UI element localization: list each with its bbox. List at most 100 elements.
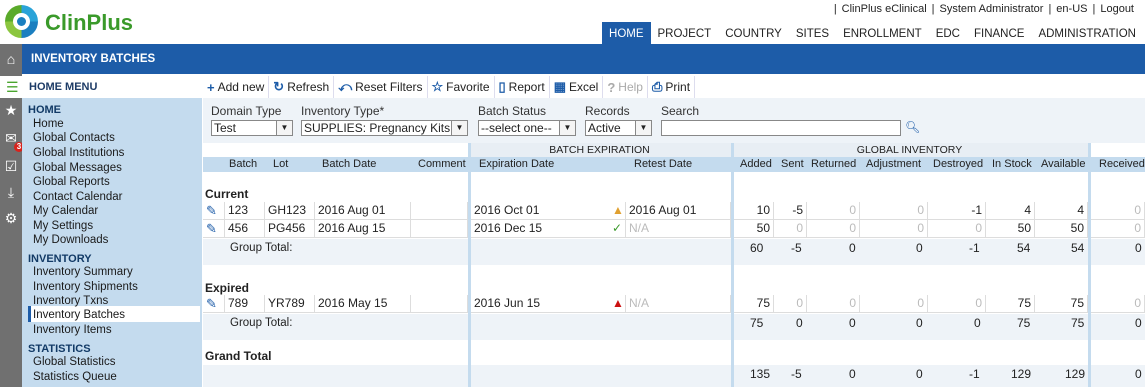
gear-icon[interactable]: ⚙ bbox=[3, 210, 19, 226]
domain-type-label: Domain Type bbox=[211, 104, 282, 118]
col-available[interactable]: Available bbox=[1041, 158, 1085, 170]
edit-icon[interactable]: ✎︎ bbox=[203, 220, 225, 238]
report-icon: ▯ bbox=[498, 79, 506, 94]
nav-country[interactable]: COUNTRY bbox=[718, 22, 789, 44]
sidebar-item-inventory-shipments[interactable]: Inventory Shipments bbox=[33, 281, 138, 293]
chevron-down-icon: ▼ bbox=[276, 121, 292, 135]
col-retest-date[interactable]: Retest Date bbox=[634, 158, 692, 170]
grand-total-label: Grand Total bbox=[205, 349, 272, 363]
col-comment[interactable]: Comment bbox=[418, 158, 466, 170]
grand-total-row: 135 -5 0 0 -1 129 129 0 bbox=[203, 365, 1145, 387]
batch-status-label: Batch Status bbox=[478, 104, 547, 118]
sidebar-item-inventory-summary[interactable]: Inventory Summary bbox=[33, 266, 133, 278]
column-group-separator bbox=[1088, 143, 1091, 387]
menu-title: HOME MENU bbox=[29, 81, 98, 93]
sidebar-section-statistics: STATISTICS bbox=[28, 343, 91, 355]
refresh-icon: ↻ bbox=[273, 79, 285, 94]
nav-project[interactable]: PROJECT bbox=[651, 22, 719, 44]
col-added[interactable]: Added bbox=[740, 158, 772, 170]
star-icon: ☆ bbox=[431, 79, 444, 94]
inventory-type-select[interactable]: SUPPLIES: Pregnancy Kits ▼ bbox=[301, 120, 468, 136]
sidebar-item-inventory-txns[interactable]: Inventory Txns bbox=[33, 295, 108, 307]
batch-status-select[interactable]: --select one-- ▼ bbox=[478, 120, 576, 136]
sidebar-item-global-reports[interactable]: Global Reports bbox=[33, 176, 110, 188]
nav-sites[interactable]: SITES bbox=[789, 22, 836, 44]
sidebar-section-home: HOME bbox=[28, 104, 61, 116]
nav-edc[interactable]: EDC bbox=[929, 22, 967, 44]
print-icon: ⎙ bbox=[651, 79, 663, 94]
reset-filters-button[interactable]: ⤺ Reset Filters bbox=[334, 76, 428, 98]
table-row[interactable]: ✎︎ 789 YR789 2016 May 15 2016 Jun 15 ▲ N… bbox=[203, 295, 1145, 313]
clinplus-logo: ClinPlus bbox=[5, 5, 145, 39]
edit-icon[interactable]: ✎︎ bbox=[203, 295, 225, 313]
download-icon[interactable]: ⤓ bbox=[3, 184, 19, 200]
search-input[interactable] bbox=[661, 120, 901, 136]
table-row[interactable]: ✎︎ 123 GH123 2016 Aug 01 2016 Oct 01 ▲ 2… bbox=[203, 202, 1145, 220]
col-destroyed[interactable]: Destroyed bbox=[933, 158, 983, 170]
col-sent[interactable]: Sent bbox=[781, 158, 804, 170]
sidebar-item-my-calendar[interactable]: My Calendar bbox=[33, 205, 98, 217]
edit-icon[interactable]: ✎︎ bbox=[203, 202, 225, 220]
group-header-batch-expiration: BATCH EXPIRATION bbox=[468, 143, 731, 157]
clipboard-check-icon[interactable]: ☑ bbox=[3, 158, 19, 174]
nav-enrollment[interactable]: ENROLLMENT bbox=[836, 22, 929, 44]
help-button[interactable]: ? Help bbox=[603, 76, 648, 98]
home-icon[interactable]: ⌂ bbox=[3, 51, 19, 67]
col-in-stock[interactable]: In Stock bbox=[992, 158, 1032, 170]
top-link-eclinical[interactable]: ClinPlus eClinical bbox=[837, 3, 932, 15]
sidebar-item-my-settings[interactable]: My Settings bbox=[33, 220, 93, 232]
table-row[interactable]: ✎︎ 456 PG456 2016 Aug 15 2016 Dec 15 ✓ N… bbox=[203, 220, 1145, 238]
records-label: Records bbox=[585, 104, 630, 118]
top-link-locale[interactable]: en-US bbox=[1051, 3, 1092, 15]
group-total-row: Group Total: 75 0 0 0 0 75 75 0 bbox=[203, 314, 1145, 340]
group-total-row: Group Total: 60 -5 0 0 -1 54 54 0 bbox=[203, 239, 1145, 265]
add-new-button[interactable]: + Add new bbox=[203, 76, 270, 98]
domain-type-select[interactable]: Test ▼ bbox=[211, 120, 293, 136]
excel-icon: ▦ bbox=[553, 79, 566, 94]
records-select[interactable]: Active ▼ bbox=[585, 120, 652, 136]
sidebar-item-inventory-batches[interactable]: Inventory Batches bbox=[33, 309, 125, 321]
sidebar-item-global-institutions[interactable]: Global Institutions bbox=[33, 147, 124, 159]
top-link-logout[interactable]: Logout bbox=[1095, 3, 1139, 15]
column-group-separator bbox=[468, 143, 471, 387]
sidebar-item-home[interactable]: Home bbox=[33, 118, 64, 130]
sidebar-item-global-contacts[interactable]: Global Contacts bbox=[33, 132, 115, 144]
col-received[interactable]: Received bbox=[1099, 158, 1145, 170]
group-header-global-inventory: GLOBAL INVENTORY bbox=[731, 143, 1088, 157]
star-icon[interactable]: ★ bbox=[3, 102, 19, 118]
report-button[interactable]: ▯ Report bbox=[495, 76, 550, 98]
excel-button[interactable]: ▦ Excel bbox=[550, 76, 604, 98]
sidebar-item-global-messages[interactable]: Global Messages bbox=[33, 162, 122, 174]
refresh-button[interactable]: ↻ Refresh bbox=[269, 76, 335, 98]
page-title: INVENTORY BATCHES bbox=[31, 53, 156, 65]
col-adjustment[interactable]: Adjustment bbox=[866, 158, 921, 170]
col-lot[interactable]: Lot bbox=[273, 158, 288, 170]
plus-icon: + bbox=[207, 79, 215, 95]
col-returned[interactable]: Returned bbox=[811, 158, 856, 170]
col-batch[interactable]: Batch bbox=[229, 158, 257, 170]
inventory-batches-grid: BATCH EXPIRATION GLOBAL INVENTORY Batch … bbox=[203, 143, 1145, 387]
favorite-button[interactable]: ☆ Favorite bbox=[428, 76, 495, 98]
nav-finance[interactable]: FINANCE bbox=[967, 22, 1031, 44]
sidebar-item-statistics-queue[interactable]: Statistics Queue bbox=[33, 371, 117, 383]
hamburger-icon[interactable]: ☰ bbox=[6, 80, 19, 94]
group-label-expired: Expired bbox=[205, 281, 250, 295]
group-total-label: Group Total: bbox=[230, 242, 293, 254]
sidebar-item-global-statistics[interactable]: Global Statistics bbox=[33, 356, 115, 368]
nav-home[interactable]: HOME bbox=[602, 22, 651, 44]
page-header-bar: INVENTORY BATCHES bbox=[0, 44, 1145, 74]
nav-administration[interactable]: ADMINISTRATION bbox=[1031, 22, 1143, 44]
column-group-separator bbox=[731, 143, 734, 387]
col-expiration-date[interactable]: Expiration Date bbox=[479, 158, 554, 170]
logo-text: ClinPlus bbox=[45, 10, 134, 35]
group-label-current: Current bbox=[205, 187, 249, 201]
sidebar-item-inventory-items[interactable]: Inventory Items bbox=[33, 324, 112, 336]
col-batch-date[interactable]: Batch Date bbox=[322, 158, 376, 170]
top-link-user[interactable]: System Administrator bbox=[935, 3, 1049, 15]
sidebar: HOME Home Global Contacts Global Institu… bbox=[22, 98, 202, 387]
print-button[interactable]: ⎙ Print bbox=[648, 76, 696, 98]
menu-header: ☰ HOME MENU bbox=[0, 76, 200, 98]
search-icon[interactable]: 🔍︎ bbox=[905, 120, 920, 134]
sidebar-item-contact-calendar[interactable]: Contact Calendar bbox=[33, 191, 123, 203]
sidebar-item-my-downloads[interactable]: My Downloads bbox=[33, 234, 108, 246]
